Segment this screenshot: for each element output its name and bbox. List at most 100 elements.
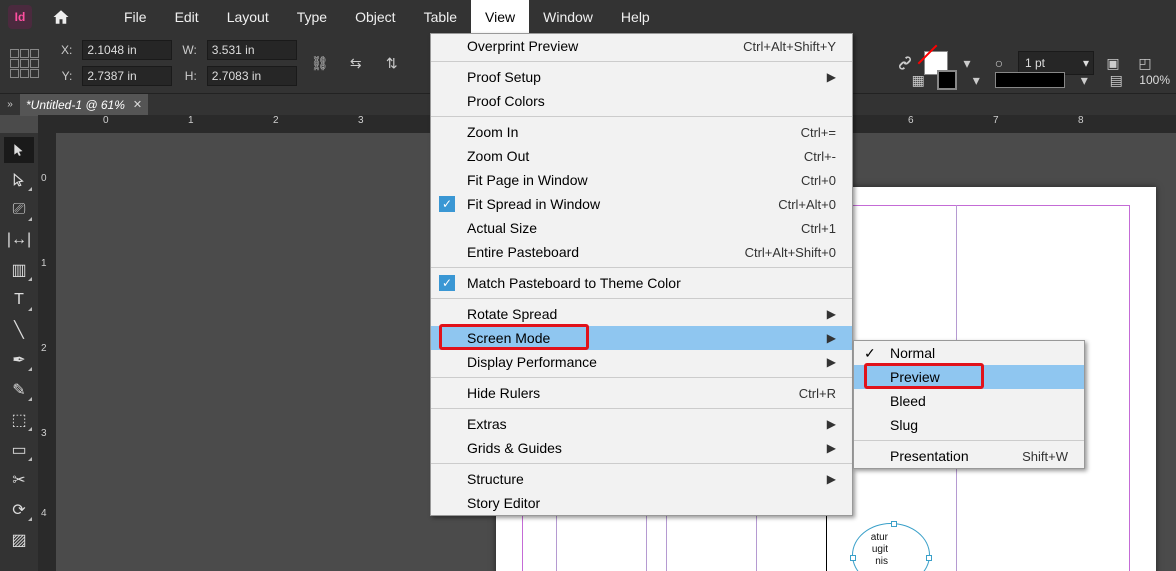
menu-item-label: Display Performance [467, 354, 597, 370]
view-menu-item[interactable]: Entire Pasteboard Ctrl+Alt+Shift+0 [431, 240, 852, 264]
flip-v-icon[interactable]: ⇅ [379, 50, 405, 76]
screen-mode-item[interactable]: Preview [854, 365, 1084, 389]
view-menu-item[interactable]: Structure▶ [431, 467, 852, 491]
menu-object[interactable]: Object [341, 0, 409, 33]
line-tool[interactable]: ╲ [4, 317, 34, 343]
stroke-caret-icon[interactable]: ▾ [963, 67, 989, 93]
menu-layout[interactable]: Layout [213, 0, 283, 33]
tabstrip-chevron-icon[interactable]: » [0, 99, 20, 110]
view-menu-item[interactable]: Screen Mode ▶ [431, 326, 852, 350]
view-menu-item[interactable]: ✓Fit Spread in WindowCtrl+Alt+0 [431, 192, 852, 216]
menu-item-label: Story Editor [467, 495, 540, 511]
stroke-swatch[interactable] [937, 70, 957, 90]
view-menu-item[interactable]: Proof Setup▶ [431, 65, 852, 89]
constrain-icon[interactable]: ⛓ [307, 50, 333, 76]
hruler-tick: 1 [188, 115, 194, 126]
menu-item-shortcut: Ctrl+Alt+Shift+Y [743, 39, 836, 54]
stroke-style-preview[interactable] [995, 72, 1065, 88]
menu-window[interactable]: Window [529, 0, 607, 33]
menu-item-shortcut: Ctrl+R [799, 386, 836, 401]
flip-h-icon[interactable]: ⇆ [343, 50, 369, 76]
scissors-tool[interactable]: ✂ [4, 467, 34, 493]
view-menu: Overprint Preview Ctrl+Alt+Shift+Y Proof S… [430, 33, 853, 516]
zoom-value: 100% [1139, 73, 1170, 87]
pencil-tool[interactable]: ✎ [4, 377, 34, 403]
rectangle-frame-tool[interactable]: ⬚ [4, 407, 34, 433]
menu-item-shortcut: Ctrl+Alt+Shift+0 [745, 245, 836, 260]
view-menu-item[interactable]: Display Performance ▶ [431, 350, 852, 374]
menu-item-label: Preview [890, 369, 940, 385]
menu-file[interactable]: File [110, 0, 161, 33]
home-icon[interactable] [52, 8, 70, 26]
menu-table[interactable]: Table [410, 0, 471, 33]
document-tab-title: *Untitled-1 @ 61% [26, 98, 125, 112]
close-tab-icon[interactable]: ✕ [133, 98, 142, 111]
rectangle-tool[interactable]: ▭ [4, 437, 34, 463]
direct-selection-tool[interactable] [4, 167, 34, 193]
menu-item-shortcut: Ctrl+1 [801, 221, 836, 236]
view-menu-item[interactable]: Zoom OutCtrl+- [431, 144, 852, 168]
screen-mode-item[interactable]: ✓Normal [854, 341, 1084, 365]
view-menu-item[interactable]: Hide RulersCtrl+R [431, 381, 852, 405]
gradient-tool[interactable]: ▨ [4, 527, 34, 553]
menu-item-label: Entire Pasteboard [467, 244, 579, 260]
screen-mode-item[interactable]: Slug [854, 413, 1084, 437]
menu-item-shortcut: Ctrl+Alt+0 [778, 197, 836, 212]
menu-help[interactable]: Help [607, 0, 664, 33]
check-icon: ✓ [439, 196, 455, 212]
view-menu-item[interactable]: Extras ▶ [431, 412, 852, 436]
page-tool[interactable]: ⎚ [4, 197, 34, 223]
content-collector-tool[interactable]: ▥ [4, 257, 34, 283]
pen-tool[interactable]: ✒ [4, 347, 34, 373]
hruler-tick: 0 [103, 115, 109, 126]
menu-item-label: Screen Mode [467, 330, 550, 346]
document-tab[interactable]: *Untitled-1 @ 61% ✕ [20, 94, 148, 116]
hruler-tick: 6 [908, 115, 914, 126]
h-input[interactable] [207, 66, 297, 86]
submenu-arrow-icon: ▶ [827, 355, 836, 369]
view-menu-item[interactable]: Overprint Preview Ctrl+Alt+Shift+Y [431, 34, 852, 58]
view-menu-item[interactable]: Grids & Guides▶ [431, 436, 852, 460]
view-menu-item[interactable]: Actual SizeCtrl+1 [431, 216, 852, 240]
gap-tool[interactable]: |↔| [4, 227, 34, 253]
view-menu-item[interactable]: Zoom InCtrl+= [431, 120, 852, 144]
menu-item-label: Extras [467, 416, 507, 432]
submenu-arrow-icon: ▶ [827, 307, 836, 321]
submenu-arrow-icon: ▶ [827, 441, 836, 455]
menu-item-label: Rotate Spread [467, 306, 557, 322]
menu-item-shortcut: Ctrl+- [804, 149, 836, 164]
menu-edit[interactable]: Edit [161, 0, 213, 33]
screen-mode-item[interactable]: Bleed [854, 389, 1084, 413]
x-label: X: [61, 43, 72, 57]
align-icon[interactable]: ▦ [905, 67, 931, 93]
vruler-tick: 3 [41, 428, 47, 439]
toolbox: ⎚ |↔| ▥ T ╲ ✒ ✎ ⬚ ▭ ✂ ⟳ ▨ [0, 133, 38, 571]
menu-view[interactable]: View [471, 0, 529, 33]
fx-icon[interactable]: ▤ [1103, 67, 1129, 93]
screen-mode-submenu: ✓Normal Preview BleedSlug PresentationShift… [853, 340, 1085, 469]
view-menu-item[interactable]: Proof Colors [431, 89, 852, 113]
view-menu-item[interactable]: Fit Page in WindowCtrl+0 [431, 168, 852, 192]
submenu-arrow-icon: ▶ [827, 331, 836, 345]
y-input[interactable] [82, 66, 172, 86]
x-input[interactable] [82, 40, 172, 60]
vruler-tick: 1 [41, 258, 47, 269]
vruler-tick: 0 [41, 173, 47, 184]
selection-tool[interactable] [4, 137, 34, 163]
menu-type[interactable]: Type [283, 0, 341, 33]
free-transform-tool[interactable]: ⟳ [4, 497, 34, 523]
menu-item-label: Match Pasteboard to Theme Color [467, 275, 681, 291]
view-menu-item[interactable]: Rotate Spread ▶ [431, 302, 852, 326]
vertical-ruler[interactable]: 0 1 2 3 4 [38, 133, 56, 571]
type-tool[interactable]: T [4, 287, 34, 313]
menu-item-label: Overprint Preview [467, 38, 578, 54]
screen-mode-item[interactable]: PresentationShift+W [854, 444, 1084, 468]
view-menu-item[interactable]: ✓ Match Pasteboard to Theme Color [431, 271, 852, 295]
submenu-arrow-icon: ▶ [827, 417, 836, 431]
stroke-style-caret-icon[interactable]: ▾ [1071, 67, 1097, 93]
reference-point-grid[interactable] [10, 49, 39, 78]
w-input[interactable] [207, 40, 297, 60]
view-menu-item[interactable]: Story Editor [431, 491, 852, 515]
menu-item-label: Proof Setup [467, 69, 541, 85]
check-icon: ✓ [439, 275, 455, 291]
